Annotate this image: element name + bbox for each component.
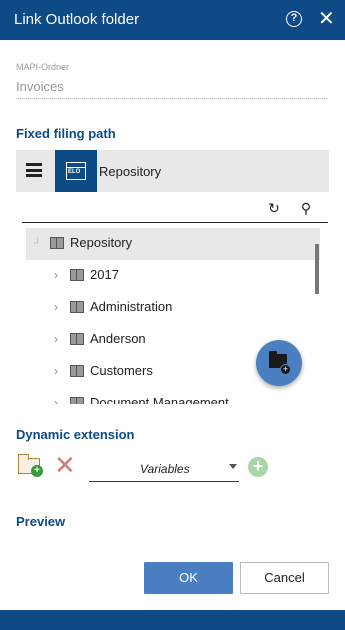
elo-cabinet-icon: ELO [66, 162, 86, 180]
tree-item-label: Administration [90, 299, 173, 314]
tree-row[interactable]: › Document Management [26, 388, 320, 404]
cabinet-icon [70, 365, 84, 377]
chevron-right-icon[interactable]: › [54, 268, 58, 282]
search-icon[interactable]: ⚲ [298, 200, 314, 216]
tree-row[interactable]: › 2017 [26, 260, 320, 292]
help-icon[interactable]: ? [286, 11, 302, 27]
dialog-title: Link Outlook folder [14, 11, 140, 28]
variables-select-value: Variables [140, 462, 190, 476]
tree-item-label: Customers [90, 363, 153, 378]
plus-icon: + [280, 364, 291, 375]
fixed-path-heading: Fixed filing path [16, 126, 116, 141]
cabinet-icon [70, 301, 84, 313]
dialog-titlebar: Link Outlook folder ? ✕ [0, 0, 345, 40]
add-variable-button[interactable]: + [248, 457, 268, 477]
chevron-down-icon [229, 464, 237, 469]
cancel-button[interactable]: Cancel [240, 562, 329, 594]
tree-expander: ┘ [34, 238, 42, 249]
path-bar: ELO Repository [16, 150, 329, 192]
variables-select[interactable]: Variables [89, 458, 239, 482]
mapi-field-value[interactable]: Invoices [16, 79, 64, 94]
cabinet-icon [70, 397, 84, 404]
add-folder-button[interactable]: + [18, 454, 43, 477]
tree-scrollbar[interactable] [315, 244, 319, 294]
menu-icon[interactable] [26, 163, 42, 177]
new-folder-fab-button[interactable]: + [256, 340, 302, 386]
chevron-right-icon[interactable]: › [54, 300, 58, 314]
mapi-field-underline [16, 98, 327, 99]
chevron-right-icon[interactable]: › [54, 364, 58, 378]
tree-item-label: Document Management [90, 395, 229, 404]
dynamic-extension-heading: Dynamic extension [16, 427, 135, 442]
plus-icon: + [31, 465, 43, 477]
ok-button[interactable]: OK [144, 562, 233, 594]
delete-icon[interactable]: ✕ [54, 452, 76, 478]
repository-icon [50, 237, 64, 249]
mapi-field-label: MAPI-Ordner [16, 62, 70, 72]
tree-row[interactable]: › Administration [26, 292, 320, 324]
tree-item-label: Repository [70, 235, 133, 250]
tree-toolbar-divider [22, 222, 328, 223]
close-icon[interactable]: ✕ [318, 8, 335, 30]
refresh-icon[interactable]: ↻ [266, 200, 282, 216]
tree-row-root[interactable]: ┘ Repository [26, 228, 320, 260]
path-current-label[interactable]: Repository [99, 164, 161, 179]
cabinet-icon [70, 269, 84, 281]
chevron-right-icon[interactable]: › [54, 396, 58, 404]
tree-item-label: Anderson [90, 331, 146, 346]
cabinet-link-icon [70, 333, 84, 345]
chevron-right-icon[interactable]: › [54, 332, 58, 346]
footer-bar [0, 610, 345, 630]
repository-tile[interactable]: ELO [55, 150, 97, 192]
tree-item-label: 2017 [90, 267, 119, 282]
preview-heading: Preview [16, 514, 66, 529]
